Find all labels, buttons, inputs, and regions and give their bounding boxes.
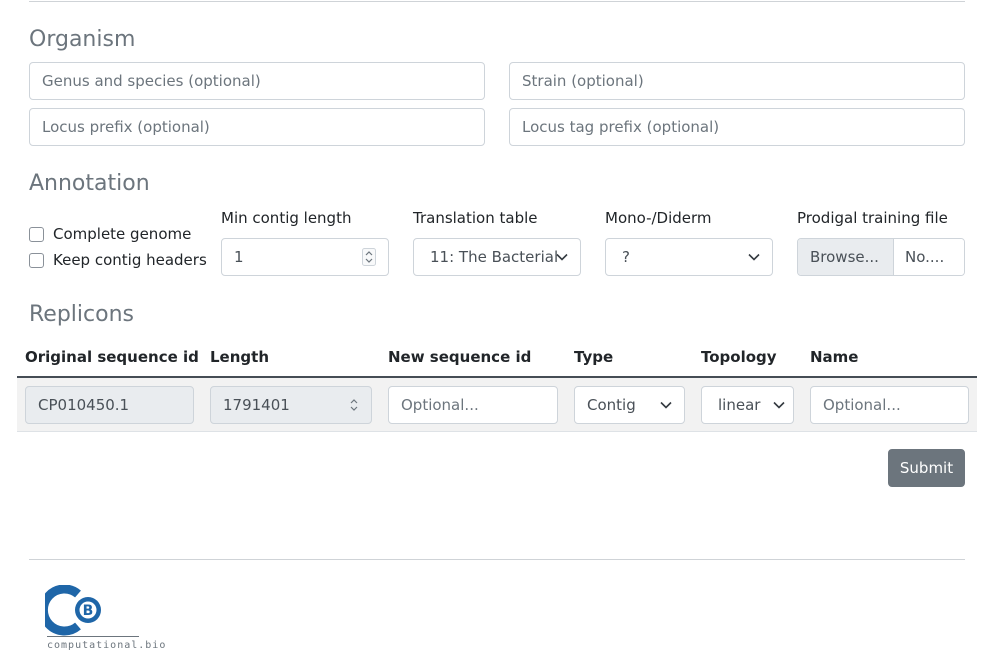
column-header-type: Type <box>574 348 614 366</box>
new-sequence-id-input[interactable]: Optional... <box>388 386 558 424</box>
locus-prefix-input[interactable]: Locus prefix (optional) <box>29 108 485 146</box>
column-header-original-id: Original sequence id <box>25 348 199 366</box>
top-divider <box>29 1 965 2</box>
prodigal-file-input[interactable]: Browse... No.... <box>797 238 965 276</box>
length-field: 1791401 <box>210 386 372 424</box>
replicons-heading: Replicons <box>29 302 134 327</box>
keep-headers-checkbox[interactable] <box>29 252 44 268</box>
submit-button[interactable]: Submit <box>888 449 965 487</box>
dermtype-label: Mono-/Diderm <box>605 209 712 227</box>
logo-underline <box>47 636 139 637</box>
keep-headers-label: Keep contig headers <box>53 251 207 269</box>
strain-input[interactable]: Strain (optional) <box>509 62 965 100</box>
min-contig-input[interactable]: 1 <box>221 238 389 276</box>
chevron-down-icon <box>773 401 785 409</box>
column-header-new-id: New sequence id <box>388 348 532 366</box>
dermtype-select[interactable]: ? <box>605 238 773 276</box>
type-select[interactable]: Contig <box>574 386 685 424</box>
topology-select[interactable]: linear <box>701 386 794 424</box>
translation-table-label: Translation table <box>413 209 538 227</box>
number-spinner-icon[interactable] <box>362 248 376 266</box>
chevron-down-icon <box>556 253 568 261</box>
keep-headers-option[interactable]: Keep contig headers <box>29 251 207 269</box>
browse-button[interactable]: Browse... <box>798 239 894 275</box>
chevron-down-icon <box>660 401 672 409</box>
genus-species-input[interactable]: Genus and species (optional) <box>29 62 485 100</box>
logo-text: computational.bio <box>47 640 167 651</box>
footer-divider <box>29 559 965 560</box>
complete-genome-option[interactable]: Complete genome <box>29 225 191 243</box>
prodigal-file-label: Prodigal training file <box>797 209 948 227</box>
min-contig-label: Min contig length <box>221 209 352 227</box>
column-header-length: Length <box>210 348 269 366</box>
column-header-topology: Topology <box>701 348 777 366</box>
column-header-name: Name <box>810 348 859 366</box>
translation-table-select[interactable]: 11: The Bacterial <box>413 238 581 276</box>
complete-genome-label: Complete genome <box>53 225 192 243</box>
complete-genome-checkbox[interactable] <box>29 226 44 242</box>
annotation-heading: Annotation <box>29 171 150 196</box>
original-sequence-id-field: CP010450.1 <box>25 386 194 424</box>
number-spinner-icon <box>350 399 358 411</box>
locus-tag-prefix-input[interactable]: Locus tag prefix (optional) <box>509 108 965 146</box>
chevron-down-icon <box>748 253 760 261</box>
organism-heading: Organism <box>29 27 136 52</box>
file-status: No.... <box>894 239 964 275</box>
svg-text:B: B <box>83 603 94 619</box>
replicon-name-input[interactable]: Optional... <box>810 386 969 424</box>
